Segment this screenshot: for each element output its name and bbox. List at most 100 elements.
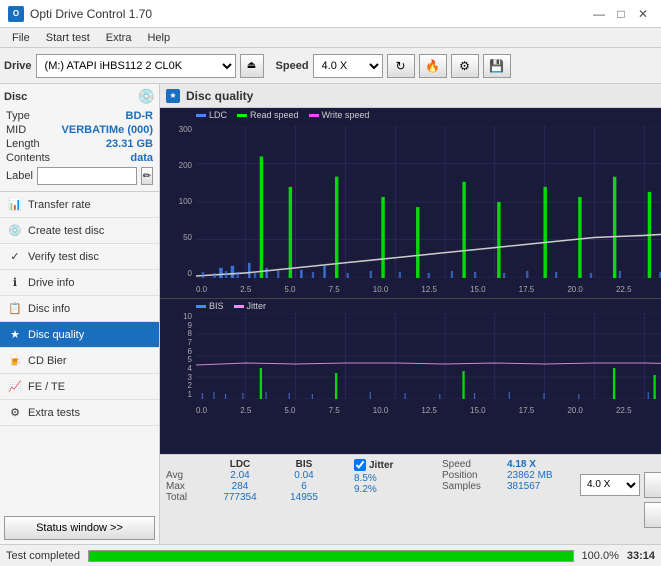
verify-test-disc-icon: ✓ bbox=[8, 250, 22, 263]
ldc-bis-stats: LDC BIS Avg 2.04 0.04 Max 284 6 Total 77… bbox=[166, 459, 346, 540]
refresh-button[interactable]: ↻ bbox=[387, 54, 415, 78]
position-value: 23862 MB bbox=[507, 470, 572, 481]
test-speed-select[interactable]: 4.0 X bbox=[580, 474, 640, 496]
nav-create-test-disc[interactable]: 💿 Create test disc bbox=[0, 218, 159, 244]
minimize-button[interactable]: — bbox=[589, 5, 609, 23]
nav-extra-tests[interactable]: ⚙ Extra tests bbox=[0, 400, 159, 426]
fe-te-icon: 📈 bbox=[8, 380, 22, 393]
top-chart: LDC Read speed Write speed 300 200 10 bbox=[160, 108, 661, 298]
start-buttons-section: 4.0 X Start full Start part bbox=[580, 459, 661, 540]
ldc-legend-dot bbox=[196, 114, 206, 117]
close-button[interactable]: ✕ bbox=[633, 5, 653, 23]
length-row: Length 23.31 GB bbox=[4, 137, 155, 151]
status-bar: Test completed 100.0% 33:14 bbox=[0, 544, 661, 566]
extra-tests-icon: ⚙ bbox=[8, 406, 22, 419]
mid-label: MID bbox=[6, 124, 26, 136]
jitter-checkbox[interactable] bbox=[354, 459, 366, 471]
drive-label: Drive bbox=[4, 60, 32, 72]
disc-section: Disc 💿 Type BD-R MID VERBATIMe (000) Len… bbox=[0, 84, 159, 192]
settings-button[interactable]: ⚙ bbox=[451, 54, 479, 78]
sidebar: Disc 💿 Type BD-R MID VERBATIMe (000) Len… bbox=[0, 84, 160, 544]
label-edit-button[interactable]: ✏ bbox=[141, 167, 153, 185]
jitter-col-header: Jitter bbox=[369, 460, 393, 471]
disc-quality-title: Disc quality bbox=[186, 89, 253, 103]
disc-info-icon: 📋 bbox=[8, 302, 22, 315]
burn-button[interactable]: 🔥 bbox=[419, 54, 447, 78]
read-speed-legend-dot bbox=[237, 114, 247, 117]
elapsed-time: 33:14 bbox=[627, 550, 655, 562]
label-label: Label bbox=[6, 170, 33, 182]
read-speed-legend-label: Read speed bbox=[250, 110, 299, 120]
save-button[interactable]: 💾 bbox=[483, 54, 511, 78]
samples-label: Samples bbox=[442, 481, 507, 492]
app-icon: O bbox=[8, 6, 24, 22]
status-text: Test completed bbox=[6, 550, 80, 562]
mid-value: VERBATIMe (000) bbox=[62, 124, 153, 136]
status-window-button[interactable]: Status window >> bbox=[4, 516, 155, 540]
nav-verify-test-disc[interactable]: ✓ Verify test disc bbox=[0, 244, 159, 270]
start-full-button[interactable]: Start full bbox=[644, 472, 661, 498]
eject-button[interactable]: ⏏ bbox=[240, 54, 264, 78]
nav-fe-te[interactable]: 📈 FE / TE bbox=[0, 374, 159, 400]
main-area: Disc 💿 Type BD-R MID VERBATIMe (000) Len… bbox=[0, 84, 661, 544]
create-test-disc-icon: 💿 bbox=[8, 224, 22, 237]
legend-write-speed: Write speed bbox=[309, 110, 370, 120]
ldc-col-header: LDC bbox=[210, 459, 270, 470]
max-label: Max bbox=[166, 481, 206, 492]
mid-row: MID VERBATIMe (000) bbox=[4, 123, 155, 137]
avg-label: Avg bbox=[166, 470, 206, 481]
maximize-button[interactable]: □ bbox=[611, 5, 631, 23]
menu-extra[interactable]: Extra bbox=[98, 30, 140, 46]
disc-icon: 💿 bbox=[138, 88, 155, 105]
contents-label: Contents bbox=[6, 152, 50, 164]
ldc-avg: 2.04 bbox=[210, 470, 270, 481]
drive-select[interactable]: (M:) ATAPI iHBS112 2 CL0K bbox=[36, 54, 236, 78]
label-input[interactable] bbox=[37, 167, 137, 185]
progress-fill bbox=[89, 551, 573, 561]
disc-quality-header: ★ Disc quality bbox=[160, 84, 661, 108]
speed-position-stats: Speed 4.18 X Position 23862 MB Samples 3… bbox=[442, 459, 572, 540]
cd-bier-icon: 🍺 bbox=[8, 354, 22, 367]
bis-legend-label: BIS bbox=[209, 301, 224, 311]
total-label: Total bbox=[166, 492, 206, 503]
bis-total: 14955 bbox=[274, 492, 334, 503]
ldc-legend-label: LDC bbox=[209, 110, 227, 120]
speed-select[interactable]: 4.0 X bbox=[313, 54, 383, 78]
menu-bar: File Start test Extra Help bbox=[0, 28, 661, 48]
bottom-chart-svg bbox=[196, 313, 661, 399]
speed-label: Speed bbox=[276, 60, 309, 72]
contents-value: data bbox=[130, 152, 153, 164]
bottom-chart: BIS Jitter 10 9 8 7 6 5 4 3 bbox=[160, 299, 661, 419]
bottom-chart-x-axis: 0.0 2.5 5.0 7.5 10.0 12.5 15.0 17.5 20.0… bbox=[196, 406, 661, 415]
length-label: Length bbox=[6, 138, 40, 150]
position-label: Position bbox=[442, 470, 507, 481]
type-row: Type BD-R bbox=[4, 109, 155, 123]
progress-percent: 100.0% bbox=[582, 550, 619, 562]
nav-transfer-rate[interactable]: 📊 Transfer rate bbox=[0, 192, 159, 218]
type-label: Type bbox=[6, 110, 30, 122]
disc-quality-header-icon: ★ bbox=[166, 89, 180, 103]
top-chart-svg bbox=[196, 126, 661, 278]
menu-start-test[interactable]: Start test bbox=[38, 30, 98, 46]
ldc-max: 284 bbox=[210, 481, 270, 492]
menu-file[interactable]: File bbox=[4, 30, 38, 46]
stats-bar: LDC BIS Avg 2.04 0.04 Max 284 6 Total 77… bbox=[160, 454, 661, 544]
nav-cd-bier[interactable]: 🍺 CD Bier bbox=[0, 348, 159, 374]
nav-label-drive-info: Drive info bbox=[28, 277, 74, 289]
label-row: Label ✏ bbox=[4, 165, 155, 187]
jitter-avg: 8.5% bbox=[354, 473, 434, 484]
nav-disc-info[interactable]: 📋 Disc info bbox=[0, 296, 159, 322]
type-value: BD-R bbox=[126, 110, 154, 122]
nav-disc-quality[interactable]: ★ Disc quality bbox=[0, 322, 159, 348]
legend-bis: BIS bbox=[196, 301, 224, 311]
legend-read-speed: Read speed bbox=[237, 110, 299, 120]
bottom-chart-legend: BIS Jitter bbox=[196, 301, 266, 311]
nav-label-verify-test-disc: Verify test disc bbox=[28, 251, 99, 263]
menu-help[interactable]: Help bbox=[139, 30, 178, 46]
samples-value: 381567 bbox=[507, 481, 572, 492]
top-chart-y-axis-left: 300 200 100 50 0 bbox=[160, 126, 196, 278]
nav-drive-info[interactable]: ℹ Drive info bbox=[0, 270, 159, 296]
drive-info-icon: ℹ bbox=[8, 276, 22, 289]
app-title: Opti Drive Control 1.70 bbox=[30, 7, 152, 21]
toolbar: Drive (M:) ATAPI iHBS112 2 CL0K ⏏ Speed … bbox=[0, 48, 661, 84]
